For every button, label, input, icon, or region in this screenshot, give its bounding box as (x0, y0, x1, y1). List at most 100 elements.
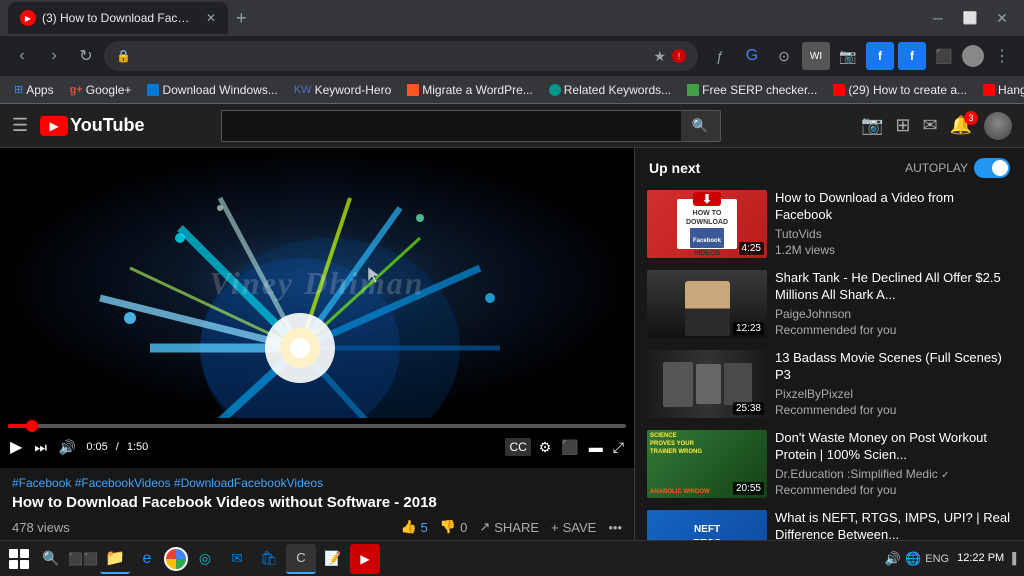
search-input[interactable]: geekermag (221, 110, 681, 142)
notification-badge: 3 (964, 111, 978, 125)
recommendations-sidebar: Up next AUTOPLAY ⬇ HOW TO DOWNL (634, 148, 1024, 576)
miniplayer-button[interactable]: ⬛ (559, 437, 580, 458)
taskbar-file-explorer[interactable]: 📁 (100, 544, 130, 574)
hamburger-menu-icon[interactable]: ☰ (12, 115, 28, 136)
taskbar: 🔍 ⬛⬛ 📁 e ◎ ✉ 🛍 C 📝 ▶ 🔊 🌐 ENG 12:22 PM ▌ (0, 540, 1024, 576)
neft-line1: NEFT (693, 523, 721, 537)
play-pause-button[interactable]: ▶ (8, 435, 24, 459)
security-badge: ! (672, 49, 686, 63)
taskbar-ie-icon[interactable]: e (132, 544, 162, 574)
autoplay-toggle[interactable] (974, 158, 1010, 178)
menu-button[interactable]: ⋮ (988, 42, 1016, 70)
fullscreen-button[interactable]: ⤢ (611, 437, 626, 458)
video-controls-wrapper: ▶ ⏭ 🔊 0:05 / 1:50 CC ⚙ ⬛ ▬ ⤢ (0, 418, 634, 468)
chrome-icon[interactable]: ⊙ (770, 42, 798, 70)
sidebar-video-item-2[interactable]: 12:23 Shark Tank - He Declined All Offer… (635, 264, 1024, 344)
video-tags[interactable]: #Facebook #FacebookVideos #DownloadFaceb… (12, 476, 622, 490)
bookmark-related[interactable]: Related Keywords... (543, 81, 677, 99)
captions-button[interactable]: CC (505, 438, 530, 456)
youtube-logo[interactable]: YouTube (40, 115, 144, 136)
taskbar-search-icon[interactable]: 🔍 (36, 544, 66, 574)
sidebar-video-item-4[interactable]: SCIENCE PROVES YOUR TRAINER WRONG ANABOL… (635, 424, 1024, 504)
messages-icon[interactable]: ✉ (922, 115, 937, 136)
taskbar-cortana-icon[interactable]: ◎ (190, 544, 220, 574)
translate-button[interactable]: G (738, 42, 766, 70)
bookmark-download-windows[interactable]: Download Windows... (141, 81, 283, 99)
bookmark-download-label: Download Windows... (162, 83, 277, 97)
lock-icon: 🔒 (116, 49, 131, 63)
bookmark-keyword-hero[interactable]: KW Keyword-Hero (288, 81, 397, 99)
user-avatar[interactable] (984, 112, 1012, 140)
minimize-button[interactable]: ─ (924, 4, 952, 32)
sidebar-info-2: Shark Tank - He Declined All Offer $2.5 … (775, 270, 1012, 338)
sidebar-video-item-1[interactable]: ⬇ HOW TO DOWNLOAD Facebook VIDEOS 4:25 H… (635, 184, 1024, 264)
bookmark-star-icon[interactable]: ★ (653, 48, 666, 65)
taskbar-red-icon[interactable]: ▶ (350, 544, 380, 574)
settings-button[interactable]: ⚙ (537, 437, 554, 458)
share-label: SHARE (494, 520, 539, 535)
taskbar-store-icon[interactable]: 🛍 (254, 544, 284, 574)
fb-icon[interactable]: f (866, 42, 894, 70)
taskbar-notepad-icon[interactable]: 📝 (318, 544, 348, 574)
like-button[interactable]: 👍 5 (400, 519, 427, 535)
fb-label: Facebook (690, 228, 724, 248)
bookmark-hang-ups[interactable]: Hang Ups (Want Yo... (977, 81, 1024, 99)
apps-grid-icon[interactable]: ⊞ (895, 115, 910, 136)
extension-2[interactable]: 📷 (834, 42, 862, 70)
close-button[interactable]: ✕ (988, 4, 1016, 32)
bookmark-keyword-label: Keyword-Hero (315, 83, 392, 97)
refresh-button[interactable]: ↻ (72, 42, 100, 70)
video-player[interactable] (0, 148, 634, 418)
volume-button[interactable]: 🔊 (57, 437, 78, 458)
taskbar-pinned-icons: 🔍 ⬛⬛ 📁 e ◎ ✉ 🛍 C 📝 ▶ (36, 544, 380, 574)
screen-icon[interactable]: ⬛ (930, 42, 958, 70)
network-icon[interactable]: 🌐 (905, 551, 921, 567)
active-tab[interactable]: ▶ (3) How to Download Facebook ... ✕ (8, 2, 228, 34)
new-tab-button[interactable]: + (232, 8, 251, 29)
fb-icon-2[interactable]: f (898, 42, 926, 70)
volume-icon[interactable]: 🔊 (885, 551, 901, 567)
bookmark-google-plus[interactable]: g+ Google+ (64, 81, 138, 99)
progress-bar[interactable] (8, 424, 626, 428)
address-bar[interactable]: 🔒 https://www.youtube.com/watch?v=c_HpQ2… (104, 41, 698, 71)
taskbar-chrome-open[interactable]: C (286, 544, 316, 574)
extensions-button[interactable]: ƒ (706, 42, 734, 70)
taskbar-task-view[interactable]: ⬛⬛ (68, 544, 98, 574)
video-title: How to Download Facebook Videos without … (12, 494, 622, 511)
language-indicator[interactable]: ENG (925, 553, 949, 565)
science-text-1: SCIENCE (650, 433, 702, 441)
taskbar-chrome-icon[interactable] (164, 547, 188, 571)
taskbar-mail-icon[interactable]: ✉ (222, 544, 252, 574)
bookmark-how-to-create[interactable]: (29) How to create a... (827, 81, 973, 99)
progress-area[interactable] (0, 420, 634, 428)
search-box: geekermag 🔍 (221, 110, 721, 142)
bookmark-migrate-label: Migrate a WordPre... (422, 83, 532, 97)
theater-button[interactable]: ▬ (587, 437, 605, 457)
more-button[interactable]: ••• (608, 520, 622, 535)
dislike-button[interactable]: 👎 0 (440, 519, 467, 535)
next-button[interactable]: ⏭ (32, 437, 49, 458)
show-desktop-button[interactable]: ▌ (1012, 553, 1020, 565)
search-button[interactable]: 🔍 (681, 110, 721, 142)
extension-1[interactable]: WI (802, 42, 830, 70)
dislike-count: 0 (460, 520, 467, 535)
user-avatar-icon[interactable] (962, 45, 984, 67)
start-button[interactable] (4, 544, 34, 574)
sidebar-video-item-3[interactable]: 25:38 13 Badass Movie Scenes (Full Scene… (635, 344, 1024, 424)
video-camera-icon[interactable]: 📷 (861, 115, 883, 136)
notifications-icon[interactable]: 🔔 3 (950, 115, 972, 136)
bookmark-apps[interactable]: ⊞ Apps (8, 81, 60, 99)
person-3 (724, 363, 752, 405)
bookmark-migrate[interactable]: Migrate a WordPre... (401, 81, 538, 99)
url-input[interactable]: https://www.youtube.com/watch?v=c_HpQ2r9… (137, 49, 643, 63)
save-label: SAVE (563, 520, 597, 535)
save-button[interactable]: + SAVE (551, 520, 596, 535)
restore-button[interactable]: ⬜ (956, 4, 984, 32)
forward-button[interactable]: › (40, 42, 68, 70)
video-content (0, 148, 634, 418)
bookmark-serp[interactable]: Free SERP checker... (681, 81, 823, 99)
video-section: Viney Dhiman ▶ ⏭ 🔊 0:05 (0, 148, 634, 576)
tab-close-button[interactable]: ✕ (206, 11, 216, 25)
back-button[interactable]: ‹ (8, 42, 36, 70)
share-button[interactable]: ↗ SHARE (479, 519, 539, 535)
